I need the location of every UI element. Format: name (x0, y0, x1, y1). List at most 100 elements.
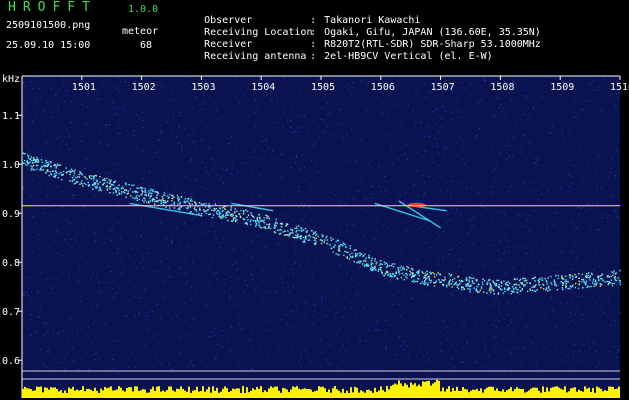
noise-dot (146, 318, 148, 320)
band-bar (614, 389, 616, 398)
noise-dot (259, 174, 261, 176)
noise-dot (190, 327, 192, 329)
band-bar (418, 384, 420, 398)
trace-dot (31, 167, 33, 170)
noise-dot (323, 97, 325, 99)
noise-dot (121, 308, 123, 310)
noise-dot (524, 179, 526, 181)
noise-dot (118, 76, 120, 79)
noise-dot (542, 164, 544, 166)
noise-dot (409, 210, 411, 212)
noise-dot (508, 191, 510, 193)
noise-dot (34, 76, 36, 78)
noise-dot (480, 367, 483, 369)
noise-dot (416, 169, 418, 171)
band-bar (124, 391, 126, 398)
noise-dot (289, 290, 291, 292)
noise-dot (72, 360, 74, 362)
trace-dot (487, 281, 489, 283)
noise-dot (590, 228, 592, 230)
noise-dot (166, 121, 168, 123)
trace-dot (381, 271, 383, 273)
noise-dot (228, 317, 230, 319)
trace-dot (27, 157, 30, 159)
band-bar (274, 386, 276, 398)
band-bar (102, 390, 104, 398)
band-bar (60, 390, 62, 398)
noise-dot (428, 240, 430, 243)
noise-dot (279, 278, 281, 280)
trace-dot (527, 290, 529, 293)
trace-dot (599, 283, 601, 285)
noise-dot (553, 359, 555, 361)
noise-dot (524, 98, 526, 100)
noise-dot (200, 199, 202, 201)
trace-dot (326, 235, 328, 238)
band-bar (558, 387, 560, 398)
noise-dot (327, 259, 329, 261)
noise-dot (188, 245, 190, 247)
noise-dot (482, 245, 484, 247)
noise-dot (320, 118, 322, 120)
noise-dot (113, 105, 115, 108)
noise-dot (169, 228, 171, 230)
trace-dot (138, 198, 140, 201)
noise-dot (438, 207, 440, 209)
noise-dot (414, 269, 416, 272)
noise-dot (417, 131, 419, 133)
trace-dot (393, 265, 395, 268)
noise-dot (568, 135, 570, 137)
noise-dot (168, 117, 170, 119)
noise-dot (131, 352, 133, 355)
band-bar (460, 390, 462, 398)
noise-dot (580, 208, 582, 210)
band-bar (212, 386, 214, 398)
noise-dot (105, 238, 107, 240)
noise-dot (305, 198, 307, 200)
noise-dot (257, 157, 259, 160)
noise-dot (261, 268, 264, 270)
trace-dot (418, 274, 421, 277)
noise-dot (57, 106, 60, 108)
noise-dot (342, 136, 344, 138)
trace-dot (45, 165, 47, 167)
noise-dot (333, 109, 335, 111)
trace-dot (177, 196, 180, 198)
trace-dot (45, 172, 47, 174)
trace-dot (451, 286, 453, 288)
noise-dot (238, 245, 241, 247)
noise-dot (369, 160, 372, 162)
noise-dot (614, 319, 616, 321)
noise-dot (56, 234, 58, 236)
noise-dot (51, 287, 53, 289)
noise-dot (234, 194, 236, 196)
noise-dot (277, 243, 280, 245)
trace-dot (429, 279, 431, 282)
trace-dot (342, 244, 344, 247)
noise-dot (42, 113, 44, 115)
trace-dot (266, 223, 268, 226)
noise-dot (277, 78, 279, 80)
trace-dot (386, 264, 389, 266)
noise-dot (283, 265, 286, 267)
noise-dot (69, 283, 71, 285)
noise-dot (235, 262, 237, 264)
noise-dot (431, 247, 433, 250)
noise-dot (394, 236, 396, 238)
trace-dot (32, 168, 34, 171)
noise-dot (153, 185, 155, 187)
trace-dot (453, 284, 455, 286)
noise-dot (73, 133, 75, 135)
noise-dot (168, 99, 170, 101)
trace-dot (496, 279, 498, 282)
noise-dot (105, 152, 107, 154)
noise-dot (531, 292, 533, 294)
trace-dot (398, 273, 401, 275)
noise-dot (190, 196, 192, 198)
band-bar (526, 391, 528, 398)
trace-dot (589, 276, 591, 278)
noise-dot (234, 250, 236, 252)
noise-dot (151, 259, 153, 261)
band-bar (398, 380, 400, 398)
noise-dot (403, 340, 405, 342)
